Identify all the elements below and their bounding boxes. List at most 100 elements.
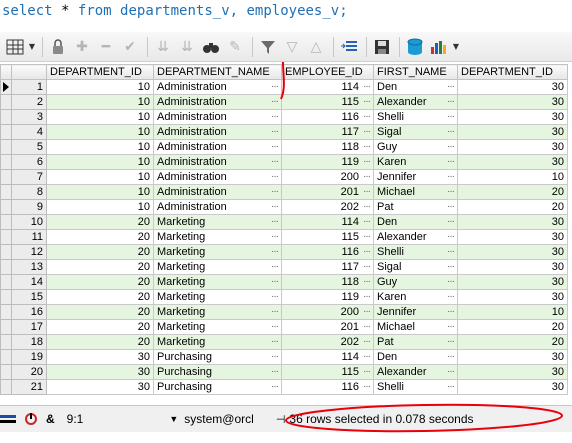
cell-department-id-2[interactable]: 30 (457, 79, 568, 95)
cell-ellipsis-icon[interactable]: ··· (363, 141, 371, 152)
cell-ellipsis-icon[interactable]: ··· (271, 126, 279, 137)
cell-ellipsis-icon[interactable]: ··· (447, 201, 455, 212)
cell-employee-id[interactable]: ··· 119 (281, 289, 374, 305)
table-row[interactable]: 14 20 Marketing ··· ··· 118 Guy ··· 30 (0, 274, 568, 290)
cell-department-id-2[interactable]: 30 (457, 289, 568, 305)
cell-department-id-2[interactable]: 30 (457, 139, 568, 155)
row-number[interactable]: 19 (11, 349, 47, 365)
table-row[interactable]: 17 20 Marketing ··· ··· 201 Michael ··· 20 (0, 319, 568, 335)
cell-first-name[interactable]: Jennifer ··· (373, 169, 458, 185)
cell-ellipsis-icon[interactable]: ··· (447, 351, 455, 362)
cell-ellipsis-icon[interactable]: ··· (447, 111, 455, 122)
cell-employee-id[interactable]: ··· 202 (281, 199, 374, 215)
cell-department-name[interactable]: Marketing ··· (153, 229, 282, 245)
col-header-department-name[interactable]: DEPARTMENT_NAME (153, 64, 282, 80)
row-number[interactable]: 3 (11, 109, 47, 125)
cell-department-name[interactable]: Administration ··· (153, 124, 282, 140)
sql-editor[interactable]: select * from departments_v, employees_v… (0, 0, 572, 26)
cell-employee-id[interactable]: ··· 200 (281, 304, 374, 320)
cell-ellipsis-icon[interactable]: ··· (271, 81, 279, 92)
cell-first-name[interactable]: Guy ··· (373, 274, 458, 290)
cell-department-name[interactable]: Marketing ··· (153, 319, 282, 335)
cell-ellipsis-icon[interactable]: ··· (447, 231, 455, 242)
cell-ellipsis-icon[interactable]: ··· (271, 171, 279, 182)
cell-department-id-2[interactable]: 30 (457, 259, 568, 275)
cell-first-name[interactable]: Alexander ··· (373, 229, 458, 245)
cell-department-id[interactable]: 20 (46, 289, 154, 305)
cell-department-id[interactable]: 10 (46, 184, 154, 200)
row-number[interactable]: 2 (11, 94, 47, 110)
cell-ellipsis-icon[interactable]: ··· (447, 366, 455, 377)
cell-ellipsis-icon[interactable]: ··· (363, 366, 371, 377)
refresh-icon[interactable] (24, 412, 38, 426)
cell-department-id-2[interactable]: 30 (457, 229, 568, 245)
cell-first-name[interactable]: Den ··· (373, 214, 458, 230)
cell-department-id-2[interactable]: 30 (457, 274, 568, 290)
row-number[interactable]: 21 (11, 379, 47, 395)
cell-department-id-2[interactable]: 20 (457, 184, 568, 200)
cell-department-id-2[interactable]: 30 (457, 109, 568, 125)
cell-employee-id[interactable]: ··· 117 (281, 124, 374, 140)
cell-ellipsis-icon[interactable]: ··· (363, 81, 371, 92)
cell-department-id[interactable]: 20 (46, 274, 154, 290)
row-number[interactable]: 18 (11, 334, 47, 350)
cell-department-id-2[interactable]: 30 (457, 349, 568, 365)
cell-department-id[interactable]: 10 (46, 154, 154, 170)
cell-first-name[interactable]: Den ··· (373, 79, 458, 95)
col-header-employee-id[interactable]: EMPLOYEE_ID (281, 64, 374, 80)
cell-department-id-2[interactable]: 10 (457, 169, 568, 185)
cell-ellipsis-icon[interactable]: ··· (363, 156, 371, 167)
cell-ellipsis-icon[interactable]: ··· (447, 216, 455, 227)
table-row[interactable]: 4 10 Administration ··· ··· 117 Sigal ··· 30 (0, 124, 568, 140)
cell-ellipsis-icon[interactable]: ··· (363, 96, 371, 107)
cell-employee-id[interactable]: ··· 202 (281, 334, 374, 350)
cell-department-id-2[interactable]: 30 (457, 379, 568, 395)
table-row[interactable]: 11 20 Marketing ··· ··· 115 Alexander ··· 30 (0, 229, 568, 245)
row-number[interactable]: 15 (11, 289, 47, 305)
cell-department-name[interactable]: Marketing ··· (153, 289, 282, 305)
cell-ellipsis-icon[interactable]: ··· (447, 246, 455, 257)
cell-employee-id[interactable]: ··· 114 (281, 349, 374, 365)
cell-first-name[interactable]: Michael ··· (373, 184, 458, 200)
cell-first-name[interactable]: Sigal ··· (373, 259, 458, 275)
cell-ellipsis-icon[interactable]: ··· (363, 231, 371, 242)
cell-department-name[interactable]: Administration ··· (153, 79, 282, 95)
row-number[interactable]: 6 (11, 154, 47, 170)
cell-ellipsis-icon[interactable]: ··· (271, 381, 279, 392)
cell-ellipsis-icon[interactable]: ··· (363, 336, 371, 347)
check-icon[interactable]: ✔ (119, 36, 141, 58)
cell-department-id-2[interactable]: 30 (457, 364, 568, 380)
cell-ellipsis-icon[interactable]: ··· (363, 171, 371, 182)
cell-ellipsis-icon[interactable]: ··· (271, 201, 279, 212)
filter-icon[interactable] (257, 36, 279, 58)
add-icon[interactable]: ✚ (71, 36, 93, 58)
cell-first-name[interactable]: Alexander ··· (373, 364, 458, 380)
cell-first-name[interactable]: Shelli ··· (373, 109, 458, 125)
cell-ellipsis-icon[interactable]: ··· (271, 231, 279, 242)
table-row[interactable]: 3 10 Administration ··· ··· 116 Shelli ··· 30 (0, 109, 568, 125)
row-number[interactable]: 7 (11, 169, 47, 185)
grid-icon[interactable] (4, 36, 26, 58)
cell-ellipsis-icon[interactable]: ··· (447, 126, 455, 137)
row-number[interactable]: 8 (11, 184, 47, 200)
table-row[interactable]: 5 10 Administration ··· ··· 118 Guy ··· 30 (0, 139, 568, 155)
result-grid[interactable]: DEPARTMENT_ID DEPARTMENT_NAME EMPLOYEE_I… (0, 64, 572, 398)
cell-department-id[interactable]: 10 (46, 139, 154, 155)
ampersand-icon[interactable]: & (46, 412, 55, 426)
eraser-icon[interactable]: ✎ (224, 36, 246, 58)
cell-first-name[interactable]: Shelli ··· (373, 379, 458, 395)
sort-icon[interactable] (338, 36, 360, 58)
cell-department-name[interactable]: Marketing ··· (153, 304, 282, 320)
cell-department-id[interactable]: 20 (46, 334, 154, 350)
cell-ellipsis-icon[interactable]: ··· (271, 261, 279, 272)
cell-ellipsis-icon[interactable]: ··· (447, 381, 455, 392)
row-number[interactable]: 17 (11, 319, 47, 335)
row-number[interactable]: 12 (11, 244, 47, 260)
cell-employee-id[interactable]: ··· 201 (281, 184, 374, 200)
cell-employee-id[interactable]: ··· 117 (281, 259, 374, 275)
table-row[interactable]: 20 30 Purchasing ··· ··· 115 Alexander ··· 30 (0, 364, 568, 380)
cell-ellipsis-icon[interactable]: ··· (271, 306, 279, 317)
cell-ellipsis-icon[interactable]: ··· (447, 81, 455, 92)
row-number[interactable]: 20 (11, 364, 47, 380)
cell-employee-id[interactable]: ··· 115 (281, 94, 374, 110)
